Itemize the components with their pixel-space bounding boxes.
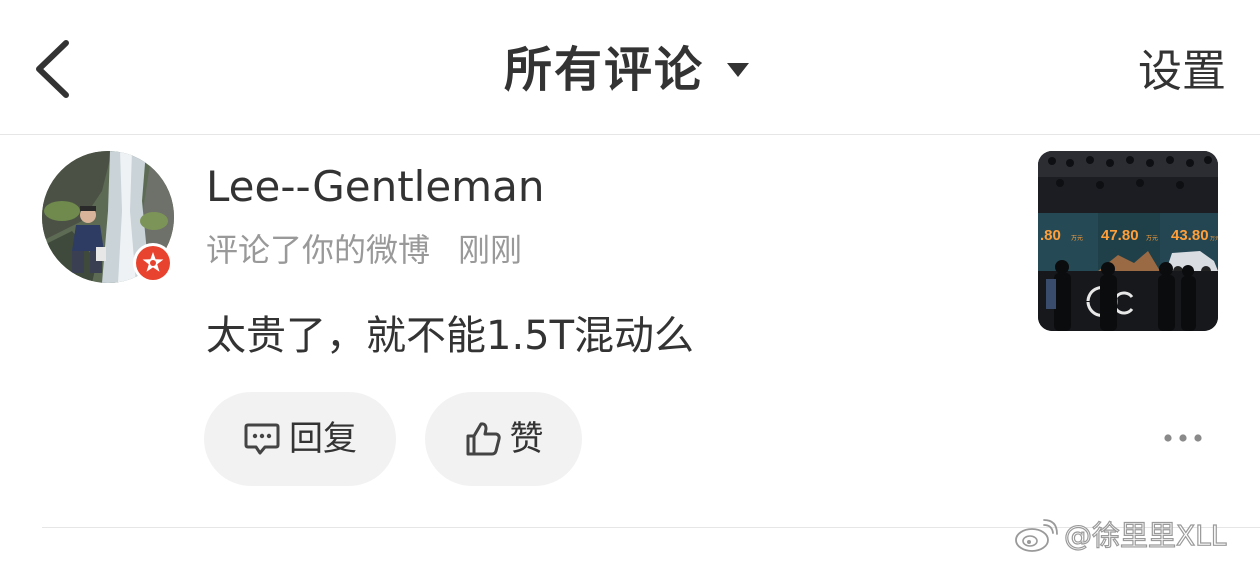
thumb-unit-1: 万元	[1071, 235, 1083, 242]
more-button[interactable]	[1160, 426, 1206, 450]
title-area: 所有评论	[0, 40, 1260, 100]
watermark-text: @徐里里XLL	[1063, 518, 1227, 552]
timestamp: 刚刚	[458, 231, 523, 269]
like-button[interactable]: 赞	[425, 392, 582, 486]
more-dots-icon	[1164, 434, 1202, 442]
settings-button[interactable]: 设置	[1138, 44, 1226, 100]
top-bar: 所有评论 设置	[0, 0, 1260, 135]
post-thumbnail[interactable]: .80 万元 47.80 万元 43.80 万元	[1038, 151, 1218, 331]
verified-badge-icon	[133, 243, 173, 283]
page-title: 所有评论	[503, 42, 704, 98]
comment-meta: 评论了你的微博 刚刚	[206, 228, 522, 272]
thumb-unit-2: 万元	[1146, 235, 1158, 242]
like-label: 赞	[509, 419, 544, 459]
thumb-price-1: .80	[1040, 227, 1061, 244]
chevron-left-icon	[36, 40, 69, 98]
reply-button[interactable]: 回复	[204, 392, 396, 486]
thumbnail-image: .80 万元 47.80 万元 43.80 万元	[1038, 151, 1218, 331]
comment-filter-dropdown[interactable]: 所有评论	[504, 40, 750, 100]
back-button[interactable]	[30, 38, 76, 100]
reply-label: 回复	[289, 419, 357, 459]
thumbs-up-icon	[466, 422, 501, 456]
action-text: 评论了你的微博	[206, 231, 431, 269]
comment-content: 太贵了，就不能1.5T混动么	[206, 313, 695, 359]
thumb-price-2: 47.80	[1101, 227, 1139, 244]
thumb-price-3: 43.80	[1171, 227, 1209, 244]
weibo-logo-icon	[1015, 519, 1058, 552]
watermark: @徐里里XLL	[1014, 518, 1227, 554]
username[interactable]: Lee--Gentleman	[206, 160, 544, 214]
thumb-unit-3: 万元	[1210, 236, 1218, 242]
caret-down-icon	[727, 63, 749, 77]
comment-bubble-icon	[244, 423, 280, 455]
